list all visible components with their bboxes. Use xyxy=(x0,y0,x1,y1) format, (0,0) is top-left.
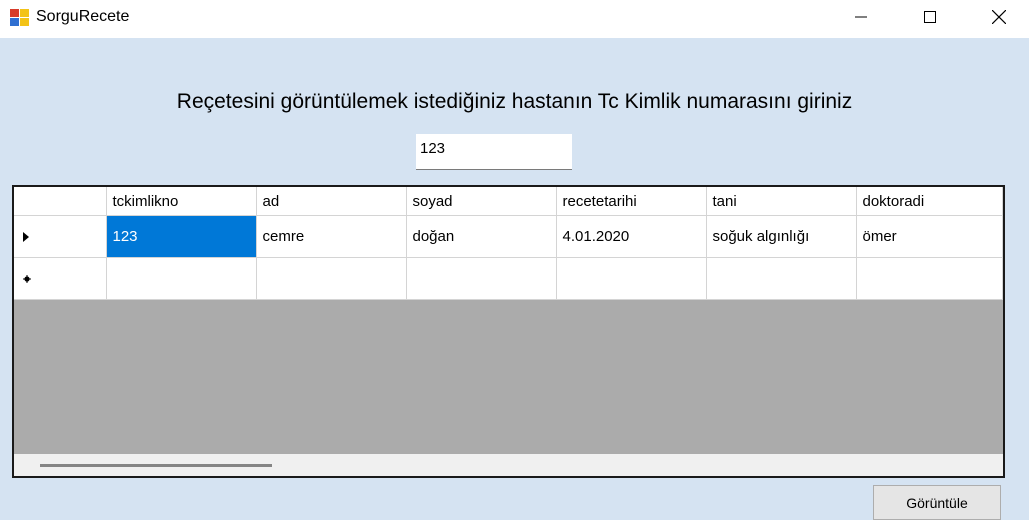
cell-recetetarihi[interactable]: 4.01.2020 xyxy=(556,215,707,258)
grid-header-row: tckimlikno ad soyad recetetarihi tani do… xyxy=(14,187,1003,216)
new-row[interactable] xyxy=(14,257,1003,300)
column-header-recetetarihi[interactable]: recetetarihi xyxy=(556,187,707,216)
column-header-ad[interactable]: ad xyxy=(256,187,407,216)
close-icon xyxy=(992,10,1006,24)
maximize-button[interactable] xyxy=(907,0,953,34)
new-row-header[interactable] xyxy=(14,257,107,300)
minimize-button[interactable] xyxy=(838,0,884,34)
close-button[interactable] xyxy=(976,0,1022,34)
cell-soyad[interactable]: doğan xyxy=(406,215,557,258)
new-cell-tani[interactable] xyxy=(706,257,857,300)
table-row[interactable]: 123 cemre doğan 4.01.2020 soğuk algınlığ… xyxy=(14,215,1003,258)
maximize-icon xyxy=(924,11,936,23)
cell-ad[interactable]: cemre xyxy=(256,215,407,258)
grid-corner-header[interactable] xyxy=(14,187,107,216)
new-cell-recetetarihi[interactable] xyxy=(556,257,707,300)
window-title: SorguRecete xyxy=(36,8,130,25)
cell-tckimlikno[interactable]: 123 xyxy=(106,215,257,258)
scrollbar-thumb[interactable] xyxy=(40,464,272,467)
minimize-icon xyxy=(855,16,867,18)
horizontal-scrollbar[interactable] xyxy=(14,454,1003,476)
current-row-arrow-icon xyxy=(23,232,29,243)
column-header-soyad[interactable]: soyad xyxy=(406,187,557,216)
cell-tani[interactable]: soğuk algınlığı xyxy=(706,215,857,258)
form-client-area: Reçetesini görüntülemek istediğiniz hast… xyxy=(0,38,1029,520)
new-row-asterisk-icon xyxy=(23,275,31,284)
app-icon xyxy=(10,9,29,26)
prescription-grid[interactable]: tckimlikno ad soyad recetetarihi tani do… xyxy=(12,185,1005,478)
instruction-label: Reçetesini görüntülemek istediğiniz hast… xyxy=(176,90,853,113)
cell-doktoradi[interactable]: ömer xyxy=(856,215,1003,258)
row-header[interactable] xyxy=(14,215,107,258)
title-bar[interactable]: SorguRecete xyxy=(0,0,1029,38)
new-cell-ad[interactable] xyxy=(256,257,407,300)
tc-kimlik-input[interactable] xyxy=(416,134,572,170)
new-cell-tckimlikno[interactable] xyxy=(106,257,257,300)
column-header-doktoradi[interactable]: doktoradi xyxy=(856,187,1003,216)
column-header-tckimlikno[interactable]: tckimlikno xyxy=(106,187,257,216)
new-cell-soyad[interactable] xyxy=(406,257,557,300)
view-button[interactable]: Görüntüle xyxy=(873,485,1001,520)
column-header-tani[interactable]: tani xyxy=(706,187,857,216)
new-cell-doktoradi[interactable] xyxy=(856,257,1003,300)
